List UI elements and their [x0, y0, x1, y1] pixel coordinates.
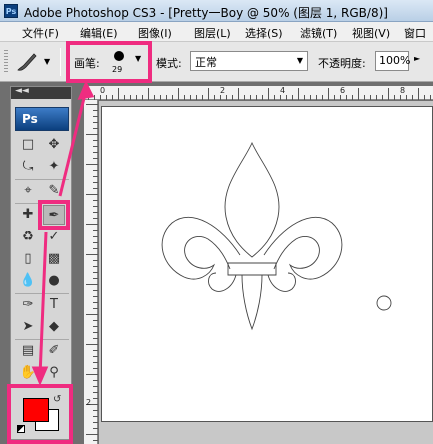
arrow-head: [77, 80, 95, 100]
annotation-arrows: [31, 80, 95, 386]
arrow-to-brush-option: [58, 89, 88, 197]
arrow-head: [31, 366, 49, 386]
arrow-to-color-swatch: [38, 231, 48, 377]
